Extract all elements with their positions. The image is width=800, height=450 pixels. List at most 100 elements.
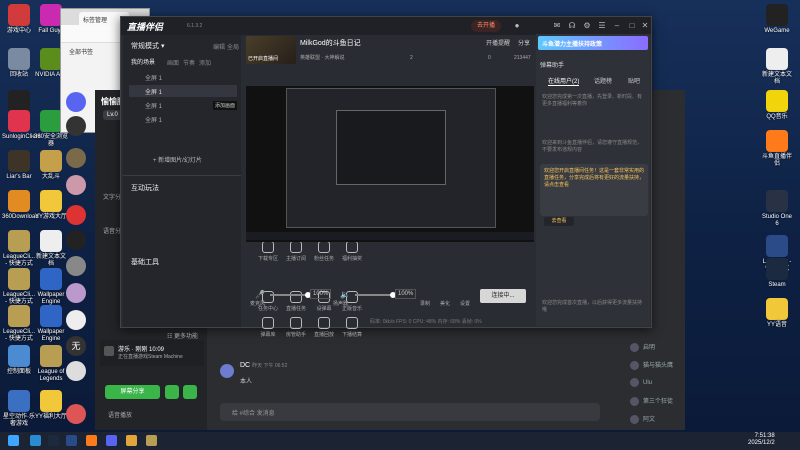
screen-share-button[interactable]: 屏幕分享 [105,385,160,399]
start-stream-button[interactable]: 连接中... [480,289,526,303]
speaker-volume-slider[interactable] [355,292,396,298]
user-avatar[interactable] [220,364,234,378]
desktop-icon[interactable]: QQ音乐 [760,90,794,121]
member-item[interactable]: 启明 [630,342,690,354]
message-input[interactable]: 给 #综合 发消息 [220,403,600,421]
guild-icon[interactable] [66,205,86,225]
taskbar-app-icon[interactable] [86,435,97,446]
desktop-icon[interactable]: Liar's Bar [2,150,36,181]
room-category[interactable]: 英雄联盟 · 大神解说 [300,54,344,61]
member-item[interactable]: 猫与猫头鹰 [630,360,690,372]
tab-edit[interactable]: 编辑 [213,42,225,51]
member-item[interactable]: Ulu [630,378,690,390]
taskbar-app-icon[interactable] [30,435,41,446]
room-title[interactable]: MilkGod的斗鱼日记 [300,38,361,48]
scene-item[interactable]: 全屏 1 [129,99,237,111]
tool-button[interactable]: 粉丝任务 [311,241,337,262]
member-item[interactable]: 阿文 [630,414,690,426]
mic-volume-slider[interactable] [270,292,311,298]
desktop-icon[interactable]: 星空动作·乐奢游戏 [2,390,36,428]
mode-selector[interactable]: 常规模式 ▾ [131,41,164,51]
desktop-icon[interactable]: 控制面板 [2,345,36,376]
gear-icon[interactable]: ⚙ [581,20,593,32]
view-button[interactable]: 去查看 [544,217,574,226]
desktop-icon[interactable]: 大乱斗 [34,150,68,181]
desktop-icon[interactable]: Steam [760,258,794,289]
desktop-icon[interactable]: 新建文本文档 [760,48,794,86]
tool-button[interactable]: 房管助手 [283,317,309,338]
desktop-icon[interactable]: YY福利大厅 [34,390,68,421]
desktop-icon[interactable]: 回收站 [2,48,36,79]
close-icon[interactable]: ✕ [639,20,651,32]
tool-button[interactable]: 直播回放 [311,317,337,338]
taskbar-clock[interactable]: 7:51:38 2025/12/2 [748,433,775,447]
member-item[interactable]: 第三个狂徒 [630,396,690,408]
maximize-icon[interactable]: □ [626,20,638,32]
taskbar-app-icon[interactable] [126,435,137,446]
more-functions-link[interactable]: ☷ 更多功能 [167,331,198,340]
desktop-icon[interactable]: League of Legends [34,345,68,383]
settings-button[interactable]: 设置 [460,300,470,307]
desktop-icon[interactable]: YY语音 [760,298,794,329]
guild-icon[interactable] [66,361,86,381]
mic-icon[interactable]: 🎤 [255,290,265,299]
camera-button[interactable] [165,385,179,399]
desktop-icon[interactable]: Studio One 6 [760,190,794,228]
desktop-icon[interactable]: LeagueCli... - 快捷方式 [2,230,36,268]
guild-icon[interactable]: 无 [66,336,86,356]
windows-start-icon[interactable] [8,435,19,446]
guild-icon[interactable] [66,310,86,330]
scene-item[interactable]: 全屏 1 [129,113,237,125]
desktop-icon[interactable]: 新建文本文档 [34,230,68,268]
share-button[interactable]: 分享 [518,38,530,47]
scene-tab-0[interactable]: 画面 [167,58,179,67]
guild-icon[interactable] [66,404,86,424]
guild-icon[interactable] [66,256,86,276]
mic-volume[interactable]: 100% [310,289,332,299]
guild-icon[interactable] [66,175,86,195]
guild-icon[interactable] [66,230,86,250]
tab-online-users[interactable]: 在线用户(2) [548,76,580,86]
taskbar-app-icon[interactable] [66,435,77,446]
scene-tab-2[interactable]: 添加 [199,58,211,67]
tool-button[interactable]: 下播结算 [339,317,365,338]
guild-icon[interactable] [66,148,86,168]
desktop-icon[interactable]: LeagueCli... - 快捷方式 [2,268,36,306]
gift-icon[interactable]: ✉ [551,20,563,32]
desktop-icon[interactable]: Wallpaper Engine [34,305,68,343]
go-live-button[interactable]: 去开播 [471,20,502,32]
taskbar-app-icon[interactable] [48,435,59,446]
message-username[interactable]: DC 昨天 下午 06:52 [240,362,287,369]
scene-item-selected[interactable]: 全屏 1 [129,85,237,97]
tab-topics[interactable]: 话题榜 [594,76,612,85]
record-button[interactable]: 录制 [420,300,430,307]
desktop-icon[interactable]: Wallpaper Engine [34,268,68,306]
promo-banner[interactable]: 斗鱼潜力主播扶持政策 [538,36,648,50]
tab-all[interactable]: 全局 [227,42,239,51]
scene-item[interactable]: 全屏 1 [129,71,237,83]
open-live-reminder[interactable]: 开播提醒 [486,38,510,47]
desktop-icon[interactable]: 游戏中心 [2,4,36,35]
desktop-icon[interactable]: WeGame [760,4,794,35]
speaker-icon[interactable]: 🔈 [340,290,350,299]
guild-home-icon[interactable] [66,92,86,112]
guild-icon[interactable] [66,116,86,136]
browser-favorites[interactable]: 全部书签 [69,47,93,56]
desktop-icon[interactable]: LeagueCli... - 快捷方式 [2,305,36,343]
tool-button[interactable]: 主播订阅 [283,241,309,262]
tool-button[interactable]: 福利抽奖 [339,241,365,262]
avatar-icon[interactable]: ● [511,20,523,32]
beauty-button[interactable]: 美化 [440,300,450,307]
activity-button[interactable] [183,385,197,399]
taskbar-app-icon[interactable] [106,435,117,446]
desktop-icon[interactable]: 360Download [2,190,39,221]
menu-icon[interactable]: ☰ [596,20,608,32]
speaker-volume[interactable]: 100% [395,289,417,299]
desktop-icon[interactable]: 斗鱼直播伴侣 [760,130,794,168]
headset-icon[interactable]: ☊ [566,20,578,32]
tool-button[interactable]: 弹幕库 [255,317,281,338]
desktop-icon[interactable]: SunloginClient [2,110,41,141]
guild-icon[interactable] [66,283,86,303]
tab-tieba[interactable]: 贴吧 [628,76,640,85]
taskbar-app-icon[interactable] [146,435,157,446]
